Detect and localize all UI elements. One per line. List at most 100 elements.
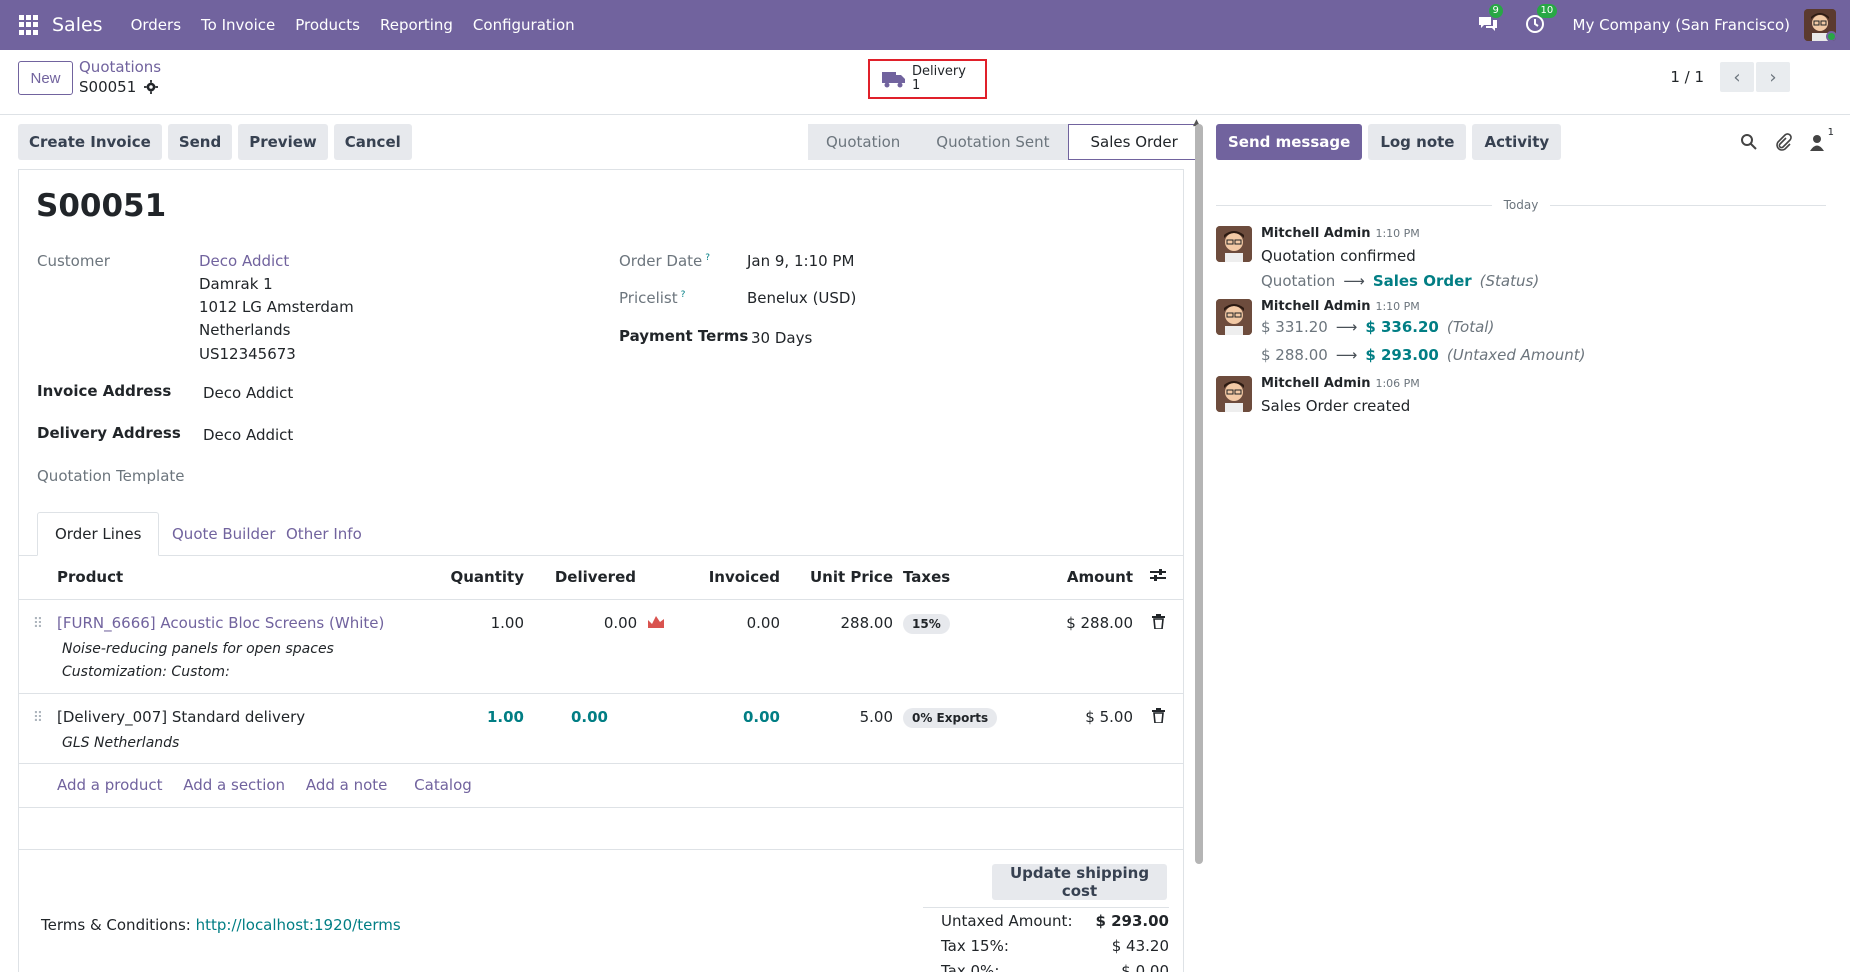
trash-icon[interactable] [1151, 613, 1165, 630]
search-icon[interactable] [1740, 133, 1758, 151]
tab-other-info[interactable]: Other Info [269, 512, 379, 556]
line-delivered[interactable]: 0.00 [524, 693, 636, 763]
update-shipping-cost-button[interactable]: Update shipping cost [992, 864, 1167, 900]
add-note-link[interactable]: Add a note [306, 776, 388, 794]
column-header-quantity[interactable]: Quantity [417, 556, 524, 600]
arrow-right-icon: ⟶ [1335, 346, 1358, 364]
trash-icon[interactable] [1151, 707, 1165, 724]
drag-handle-icon[interactable]: ⠿ [33, 710, 43, 726]
send-button[interactable]: Send [167, 124, 233, 160]
customer-field[interactable]: Deco Addict [199, 252, 289, 270]
catalog-link[interactable]: Catalog [414, 776, 472, 794]
line-description: GLS Netherlands [62, 734, 180, 751]
line-amount: $ 5.00 [1085, 707, 1133, 726]
message-author[interactable]: Mitchell Admin [1261, 299, 1370, 314]
line-description: Noise-reducing panels for open spaces Cu… [62, 640, 334, 680]
line-amount: $ 288.00 [1066, 613, 1133, 632]
line-quantity[interactable]: 1.00 [417, 693, 524, 763]
tax-tag[interactable]: 0% Exports [903, 707, 998, 728]
column-header-unit-price[interactable]: Unit Price [780, 556, 893, 600]
avatar[interactable] [1216, 376, 1252, 412]
send-message-button[interactable]: Send message [1216, 124, 1363, 160]
message-author[interactable]: Mitchell Admin [1261, 376, 1370, 391]
line-delivered[interactable]: 0.00 [524, 599, 664, 693]
table-row[interactable]: ⠿ [FURN_6666] Acoustic Bloc Screens (Whi… [19, 599, 1183, 693]
menu-reporting[interactable]: Reporting [380, 16, 453, 34]
column-header-amount[interactable]: Amount [1013, 556, 1133, 600]
activities-icon[interactable]: 10 [1525, 4, 1558, 36]
order-date-field[interactable]: Jan 9, 1:10 PM [747, 252, 854, 270]
followers-icon[interactable]: 1 [1808, 127, 1834, 151]
breadcrumb-quotations[interactable]: Quotations [79, 58, 161, 76]
customer-address-line: 1012 LG Amsterdam [199, 298, 354, 316]
terms-link[interactable]: http://localhost:1920/terms [196, 916, 401, 934]
top-navbar: Sales Orders To Invoice Products Reporti… [0, 0, 1850, 50]
create-invoice-button[interactable]: Create Invoice [18, 124, 162, 160]
forecast-chart-icon[interactable] [648, 614, 664, 628]
drag-handle-icon[interactable]: ⠿ [33, 616, 43, 632]
add-product-link[interactable]: Add a product [57, 776, 162, 794]
form-scrollbar[interactable] [1195, 124, 1203, 864]
menu-configuration[interactable]: Configuration [473, 16, 575, 34]
line-unit-price[interactable]: 288.00 [780, 599, 894, 693]
gear-icon[interactable] [144, 80, 159, 94]
help-icon[interactable]: ? [705, 253, 710, 263]
app-name[interactable]: Sales [52, 14, 103, 36]
column-header-product[interactable]: Product [57, 556, 417, 600]
line-product[interactable]: [FURN_6666] Acoustic Bloc Screens (White… [57, 614, 417, 632]
control-panel: New Quotations S00051 Delivery 1 1 / 1 ‹… [0, 50, 1850, 115]
paperclip-icon[interactable] [1774, 133, 1792, 151]
company-switcher[interactable]: My Company (San Francisco) [1573, 16, 1790, 34]
pager-previous-button[interactable]: ‹ [1720, 62, 1754, 92]
user-avatar[interactable] [1804, 9, 1836, 41]
menu-orders[interactable]: Orders [131, 16, 181, 34]
status-quotation[interactable]: Quotation [808, 124, 919, 160]
menu-to-invoice[interactable]: To Invoice [201, 16, 275, 34]
message-text: Sales Order created [1261, 397, 1411, 415]
status-sales-order[interactable]: Sales Order [1067, 124, 1197, 160]
form-actions: Create Invoice Send Preview Cancel [18, 124, 418, 160]
log-note-button[interactable]: Log note [1368, 124, 1467, 160]
main-menu: Orders To Invoice Products Reporting Con… [121, 16, 585, 34]
app-menu-icon[interactable] [19, 15, 39, 35]
optional-columns-toggle[interactable] [1133, 556, 1183, 600]
pricelist-field[interactable]: Benelux (USD) [747, 289, 856, 307]
activity-button[interactable]: Activity [1472, 124, 1562, 160]
pager-next-button[interactable]: › [1756, 62, 1790, 92]
activities-badge: 10 [1536, 4, 1558, 18]
date-separator: Today [1216, 198, 1826, 212]
message-author[interactable]: Mitchell Admin [1261, 226, 1370, 241]
column-header-taxes[interactable]: Taxes [893, 556, 1013, 600]
line-product[interactable]: [Delivery_007] Standard delivery [57, 708, 417, 726]
tax-tag[interactable]: 15% [903, 613, 950, 634]
delivery-smart-button[interactable]: Delivery 1 [868, 59, 987, 99]
followers-count: 1 [1827, 127, 1834, 138]
add-section-link[interactable]: Add a section [183, 776, 285, 794]
delivery-address-field[interactable]: Deco Addict [203, 426, 293, 444]
messages-badge: 9 [1488, 4, 1503, 18]
invoice-address-field[interactable]: Deco Addict [203, 384, 293, 402]
cancel-button[interactable]: Cancel [333, 124, 412, 160]
status-quotation-sent[interactable]: Quotation Sent [918, 124, 1068, 160]
pager-value[interactable]: 1 / 1 [1670, 68, 1704, 86]
messages-icon[interactable]: 9 [1477, 4, 1503, 36]
terms-and-conditions: Terms & Conditions: http://localhost:192… [41, 916, 401, 934]
tab-order-lines[interactable]: Order Lines [37, 512, 160, 556]
column-header-invoiced[interactable]: Invoiced [636, 556, 780, 600]
preview-button[interactable]: Preview [238, 124, 328, 160]
table-row[interactable]: ⠿ [Delivery_007] Standard delivery GLS N… [19, 693, 1183, 763]
line-unit-price[interactable]: 5.00 [780, 693, 893, 763]
help-icon[interactable]: ? [681, 290, 686, 300]
menu-products[interactable]: Products [295, 16, 360, 34]
line-quantity[interactable]: 1.00 [417, 599, 524, 693]
statusbar: Quotation Quotation Sent Sales Order [808, 124, 1197, 160]
message-time: 1:10 PM [1375, 227, 1420, 240]
payment-terms-field[interactable]: 30 Days [751, 329, 812, 347]
avatar[interactable] [1216, 226, 1252, 262]
column-header-delivered[interactable]: Delivered [524, 556, 636, 600]
tracking-value: $ 331.20 ⟶ $ 336.20 (Total) [1261, 318, 1495, 336]
delivery-address-label: Delivery Address [37, 424, 181, 442]
avatar[interactable] [1216, 299, 1252, 335]
new-button[interactable]: New [18, 61, 73, 95]
delivery-label: Delivery [912, 64, 966, 79]
